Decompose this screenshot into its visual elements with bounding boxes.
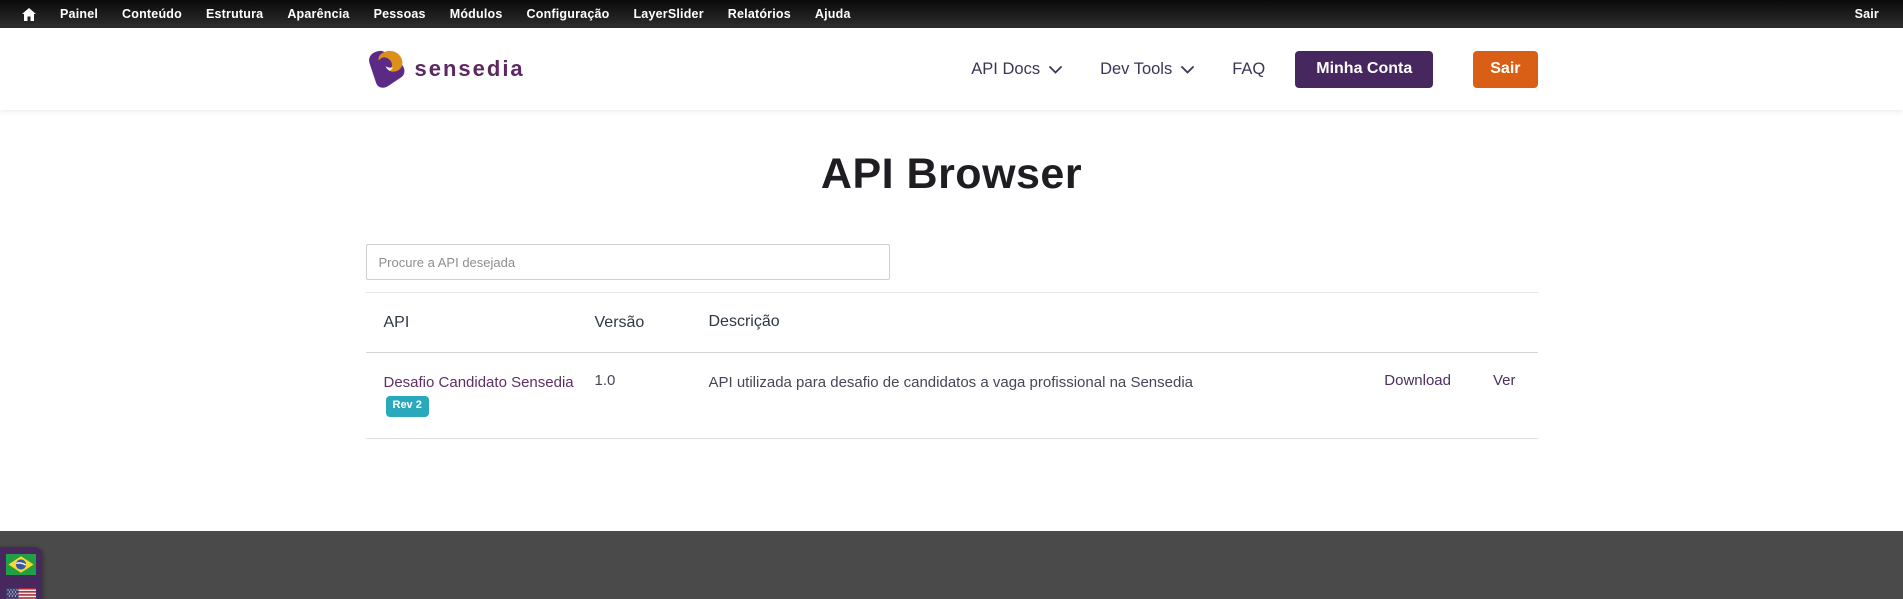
my-account-button[interactable]: Minha Conta — [1295, 50, 1434, 88]
home-icon[interactable] — [10, 7, 48, 21]
row-actions: Download Ver — [1384, 372, 1537, 389]
admin-menu-relatorios[interactable]: Relatórios — [716, 7, 803, 21]
nav-dev-tools-label: Dev Tools — [1100, 59, 1173, 78]
api-name-link[interactable]: Desafio Candidato Sensedia — [384, 374, 574, 391]
nav-api-docs[interactable]: API Docs — [971, 60, 1062, 79]
api-search-input[interactable] — [365, 244, 890, 280]
page-footer — [0, 531, 1903, 599]
column-header-versao: Versão — [594, 313, 645, 331]
language-switcher — [0, 547, 42, 599]
column-header-api: API — [383, 313, 410, 331]
api-version: 1.0 — [594, 372, 616, 389]
table-header-row: API Versão Descrição — [365, 293, 1538, 353]
admin-toolbar: Painel Conteúdo Estrutura Aparência Pess… — [0, 0, 1903, 28]
view-link[interactable]: Ver — [1493, 372, 1516, 389]
nav-faq[interactable]: FAQ — [1232, 60, 1265, 79]
nav-api-docs-label: API Docs — [971, 59, 1041, 78]
chevron-down-icon — [1181, 66, 1195, 74]
usa-flag[interactable] — [6, 588, 36, 599]
admin-menu-modulos[interactable]: Módulos — [438, 7, 515, 21]
admin-menu-ajuda[interactable]: Ajuda — [803, 7, 863, 21]
revision-badge: Rev 2 — [385, 395, 429, 417]
chevron-down-icon — [1049, 66, 1062, 74]
admin-menu-aparencia[interactable]: Aparência — [275, 7, 361, 21]
nav-faq-label: FAQ — [1232, 59, 1266, 78]
page-title: API Browser — [820, 150, 1083, 198]
admin-menu-configuracao[interactable]: Configuração — [515, 7, 622, 21]
admin-logout-link[interactable]: Sair — [1843, 7, 1893, 21]
header-nav: API Docs Dev Tools FAQ Minha Conta Sair — [933, 50, 1538, 88]
brand-name: sensedia — [414, 56, 525, 81]
nav-dev-tools[interactable]: Dev Tools — [1100, 59, 1195, 79]
main-content: API Browser API Versão Descrição Desafio… — [0, 110, 1903, 599]
brazil-flag[interactable] — [6, 554, 36, 575]
admin-menu-layerslider[interactable]: LayerSlider — [621, 7, 715, 21]
admin-menu-conteudo[interactable]: Conteúdo — [110, 7, 194, 21]
site-header: sensedia API Docs Dev Tools FAQ Minha Co… — [0, 28, 1903, 110]
api-table: API Versão Descrição Desafio Candidato S… — [365, 292, 1538, 439]
sensedia-logo-icon — [366, 48, 406, 90]
download-link[interactable]: Download — [1384, 372, 1451, 389]
sensedia-logo[interactable]: sensedia — [366, 48, 525, 90]
admin-menu-pessoas[interactable]: Pessoas — [362, 7, 438, 21]
table-row: Desafio Candidato Sensedia Rev 2 1.0 API… — [365, 353, 1538, 439]
api-description: API utilizada para desafio de candidatos… — [708, 374, 1194, 391]
column-header-descricao: Descrição — [708, 313, 780, 331]
admin-menu-estrutura[interactable]: Estrutura — [194, 7, 275, 21]
admin-menu-painel[interactable]: Painel — [48, 7, 110, 21]
logout-button[interactable]: Sair — [1473, 50, 1538, 88]
